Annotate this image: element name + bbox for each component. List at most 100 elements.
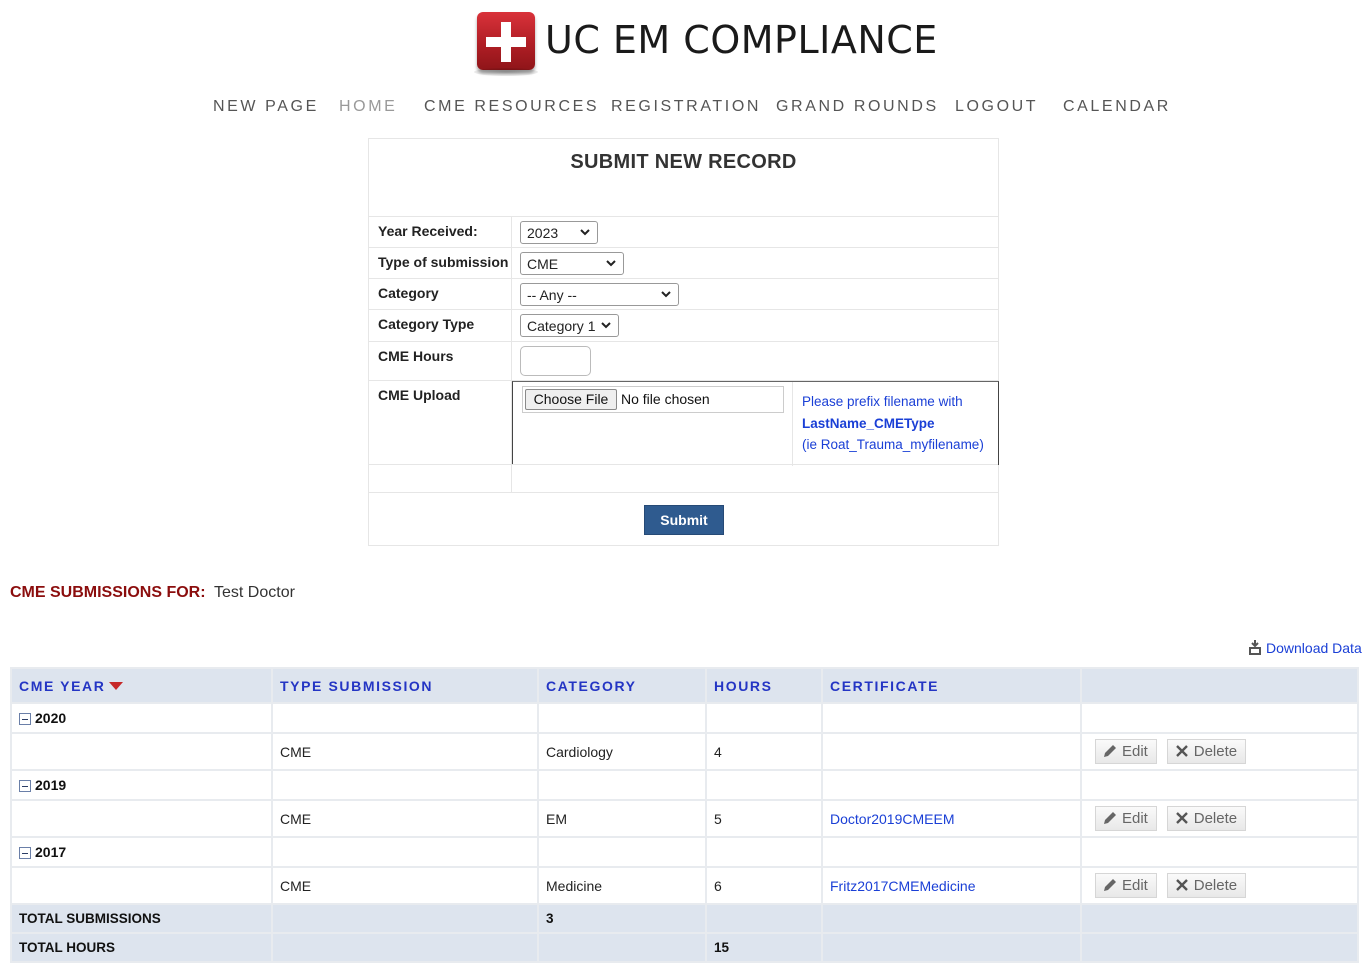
submissions-user: Test Doctor (214, 584, 295, 601)
download-data-link[interactable]: Download Data (1248, 640, 1362, 656)
year-value: 2023 (527, 225, 559, 241)
cell-category: EM (537, 799, 707, 838)
category-select[interactable]: -- Any -- (520, 283, 679, 306)
submit-record-form: SUBMIT NEW RECORD Year Received: 2023 Ty… (368, 138, 999, 546)
chevron-down-icon (661, 291, 671, 298)
site-title[interactable]: UC EM COMPLIANCE (545, 18, 938, 62)
medical-cross-icon[interactable] (474, 10, 538, 76)
row-actions: Edit Delete (1080, 866, 1359, 905)
type-row: Type of submission CME (369, 247, 998, 278)
pencil-icon (1104, 879, 1116, 891)
hours-label: CME Hours (378, 348, 454, 364)
upload-row: CME Upload Choose File No file chosen Pl… (369, 380, 999, 466)
table-row: CME EM 5 Doctor2019CMEEM Edit Delete (10, 799, 1359, 838)
table-row: CME Cardiology 4 Edit Delete (10, 732, 1359, 771)
pencil-icon (1104, 812, 1116, 824)
col-cme-year[interactable]: CME YEAR (10, 667, 273, 704)
row-actions: Edit Delete (1080, 732, 1359, 771)
nav-registration[interactable]: REGISTRATION (611, 98, 761, 116)
submissions-heading: CME SUBMISSIONS FOR: Test Doctor (10, 584, 295, 602)
submit-row-divider (369, 492, 998, 493)
choose-file-button[interactable]: Choose File (525, 389, 617, 410)
spacer-row (369, 464, 998, 492)
upload-box: Choose File No file chosen Please prefix… (512, 381, 999, 466)
row-actions: Edit Delete (1080, 799, 1359, 838)
download-icon (1249, 640, 1261, 655)
nav-home[interactable]: HOME (339, 98, 397, 116)
category-type-label: Category Type (378, 316, 475, 332)
file-input[interactable]: Choose File No file chosen (522, 386, 784, 413)
main-nav: NEW PAGE HOME CME RESOURCES REGISTRATION… (0, 98, 1370, 120)
edit-button[interactable]: Edit (1095, 739, 1157, 764)
cell-certificate: Doctor2019CMEEM (821, 799, 1082, 838)
sort-desc-icon (109, 681, 124, 690)
category-type-row: Category Type Category 1 (369, 309, 998, 341)
cell-certificate: Fritz2017CMEMedicine (821, 866, 1082, 905)
certificate-link[interactable]: Fritz2017CMEMedicine (830, 878, 976, 894)
chevron-down-icon (580, 229, 590, 236)
total-hours-value: 15 (705, 932, 823, 963)
group-cell[interactable]: 2017 (10, 836, 273, 868)
category-type-value: Category 1 (527, 318, 596, 334)
collapse-icon[interactable] (19, 847, 31, 859)
total-submissions-value: 3 (537, 903, 707, 934)
total-hours-label: TOTAL HOURS (10, 932, 273, 963)
cme-hours-input[interactable] (520, 346, 591, 376)
cell-type: CME (271, 866, 539, 905)
delete-button[interactable]: Delete (1166, 873, 1247, 898)
table-header-row: CME YEAR TYPE SUBMISSION CATEGORY HOURS … (10, 667, 1359, 704)
upload-label: CME Upload (378, 387, 461, 403)
note-line-3: (ie Roat_Trauma_myfilename) (802, 437, 984, 452)
type-select[interactable]: CME (520, 252, 624, 275)
nav-grand-rounds[interactable]: GRAND ROUNDS (776, 98, 939, 116)
site-header: UC EM COMPLIANCE (0, 0, 1370, 80)
file-status: No file chosen (621, 391, 710, 407)
total-submissions-row: TOTAL SUBMISSIONS 3 (10, 903, 1359, 934)
certificate-link[interactable]: Doctor2019CMEEM (830, 811, 955, 827)
cell-hours: 4 (705, 732, 823, 771)
total-hours-row: TOTAL HOURS 15 (10, 932, 1359, 963)
col-type-submission[interactable]: TYPE SUBMISSION (271, 667, 539, 704)
delete-button[interactable]: Delete (1166, 806, 1247, 831)
cell-type: CME (271, 799, 539, 838)
submissions-table: CME YEAR TYPE SUBMISSION CATEGORY HOURS … (10, 667, 1359, 963)
delete-button[interactable]: Delete (1166, 739, 1247, 764)
cell-category: Cardiology (537, 732, 707, 771)
category-value: -- Any -- (527, 287, 577, 303)
nav-new-page[interactable]: NEW PAGE (213, 98, 319, 116)
group-row: 2020 (10, 702, 1359, 734)
nav-logout[interactable]: LOGOUT (955, 98, 1038, 116)
submit-button[interactable]: Submit (644, 505, 724, 535)
cell-category: Medicine (537, 866, 707, 905)
close-icon (1175, 879, 1188, 891)
category-type-select[interactable]: Category 1 (520, 314, 619, 337)
pencil-icon (1104, 745, 1116, 757)
col-certificate[interactable]: CERTIFICATE (821, 667, 1082, 704)
year-select[interactable]: 2023 (520, 221, 598, 244)
nav-calendar[interactable]: CALENDAR (1063, 98, 1171, 116)
edit-button[interactable]: Edit (1095, 873, 1157, 898)
table-row: CME Medicine 6 Fritz2017CMEMedicine Edit… (10, 866, 1359, 905)
collapse-icon[interactable] (19, 780, 31, 792)
close-icon (1175, 812, 1188, 824)
year-row: Year Received: 2023 (369, 216, 998, 247)
total-submissions-label: TOTAL SUBMISSIONS (10, 903, 273, 934)
chevron-down-icon (606, 260, 616, 267)
group-cell[interactable]: 2019 (10, 769, 273, 801)
form-title: SUBMIT NEW RECORD (570, 151, 797, 173)
close-icon (1175, 745, 1188, 757)
edit-button[interactable]: Edit (1095, 806, 1157, 831)
col-hours[interactable]: HOURS (705, 667, 823, 704)
submissions-for-label: CME SUBMISSIONS FOR: (10, 584, 206, 601)
collapse-icon[interactable] (19, 713, 31, 725)
group-row: 2019 (10, 769, 1359, 801)
type-value: CME (527, 256, 559, 272)
hours-row: CME Hours (369, 341, 998, 380)
col-category[interactable]: CATEGORY (537, 667, 707, 704)
type-label: Type of submission (378, 254, 509, 270)
cell-hours: 5 (705, 799, 823, 838)
col-actions (1080, 667, 1359, 704)
group-row: 2017 (10, 836, 1359, 868)
nav-cme-resources[interactable]: CME RESOURCES (424, 98, 599, 116)
group-cell[interactable]: 2020 (10, 702, 273, 734)
